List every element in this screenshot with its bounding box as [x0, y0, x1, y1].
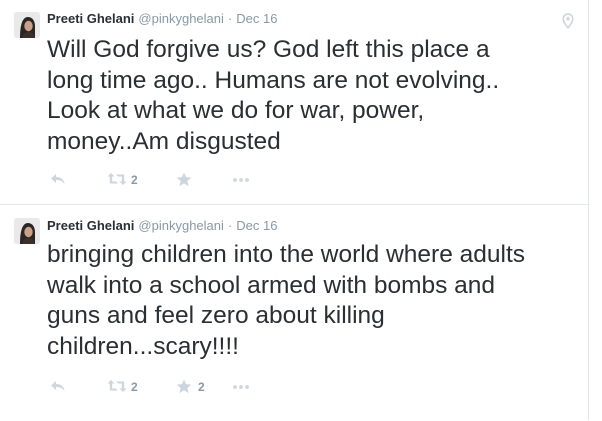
author-username[interactable]: @pinkyghelani: [138, 11, 223, 26]
avatar[interactable]: [14, 218, 40, 244]
retweet-icon: [107, 380, 127, 392]
reply-icon: [51, 381, 65, 391]
location-pin-icon[interactable]: [562, 13, 574, 30]
tweet-timestamp[interactable]: Dec 16: [236, 11, 277, 26]
more-icon: [233, 385, 249, 389]
tweet-text-line: walk into a school armed with bombs and: [47, 271, 496, 299]
favorite-button[interactable]: 2: [176, 377, 216, 397]
header-separator: ·: [227, 218, 233, 233]
tweet-text-line: Will God forgive us? God left this place…: [47, 36, 490, 63]
tweet-text-line: bringing children into the world where a…: [47, 241, 526, 268]
tweet-header: Preeti Ghelani @pinkyghelani · Dec 16: [47, 10, 277, 28]
author-username[interactable]: @pinkyghelani: [138, 218, 223, 233]
retweet-button[interactable]: 2: [107, 170, 147, 190]
avatar[interactable]: [14, 12, 40, 38]
favorite-count: 2: [198, 380, 205, 394]
reply-button[interactable]: [50, 377, 66, 397]
timeline-border: [588, 0, 589, 420]
more-icon: [233, 178, 249, 182]
tweet-timeline: Preeti Ghelani @pinkyghelani · Dec 16 Will …: [0, 0, 588, 420]
star-icon: [176, 172, 192, 187]
author-name[interactable]: Preeti Ghelani: [47, 218, 134, 233]
more-options-button[interactable]: [232, 377, 252, 397]
reply-button[interactable]: [50, 170, 66, 190]
tweet-header: Preeti Ghelani @pinkyghelani · Dec 16: [47, 217, 277, 235]
star-icon: [176, 379, 192, 394]
tweet-text-line: money..Am disgusted: [47, 127, 281, 155]
header-separator: ·: [227, 11, 233, 26]
retweet-icon: [107, 173, 127, 185]
tweet-text-line: Look at what we do for war, power,: [47, 97, 425, 124]
tweet[interactable]: Preeti Ghelani @pinkyghelani · Dec 16 Will …: [0, 0, 588, 204]
reply-icon: [51, 174, 65, 184]
tweet[interactable]: Preeti Ghelani @pinkyghelani · Dec 16 bring…: [0, 204, 588, 421]
tweet-text-line: long time ago.. Humans are not evolving.…: [47, 66, 500, 94]
favorite-button[interactable]: [176, 170, 216, 190]
tweet-text: Will God forgive us? God left this place…: [47, 35, 579, 157]
retweet-count: 2: [131, 380, 138, 394]
more-options-button[interactable]: [232, 170, 252, 190]
tweet-text: bringing children into the world where a…: [47, 240, 579, 362]
tweet-timestamp[interactable]: Dec 16: [236, 218, 277, 233]
retweet-count: 2: [131, 173, 138, 187]
author-name[interactable]: Preeti Ghelani: [47, 11, 134, 26]
retweet-button[interactable]: 2: [107, 377, 147, 397]
tweet-text-line: children...scary!!!!: [47, 332, 239, 360]
tweet-text-line: guns and feel zero about killing: [47, 302, 385, 329]
